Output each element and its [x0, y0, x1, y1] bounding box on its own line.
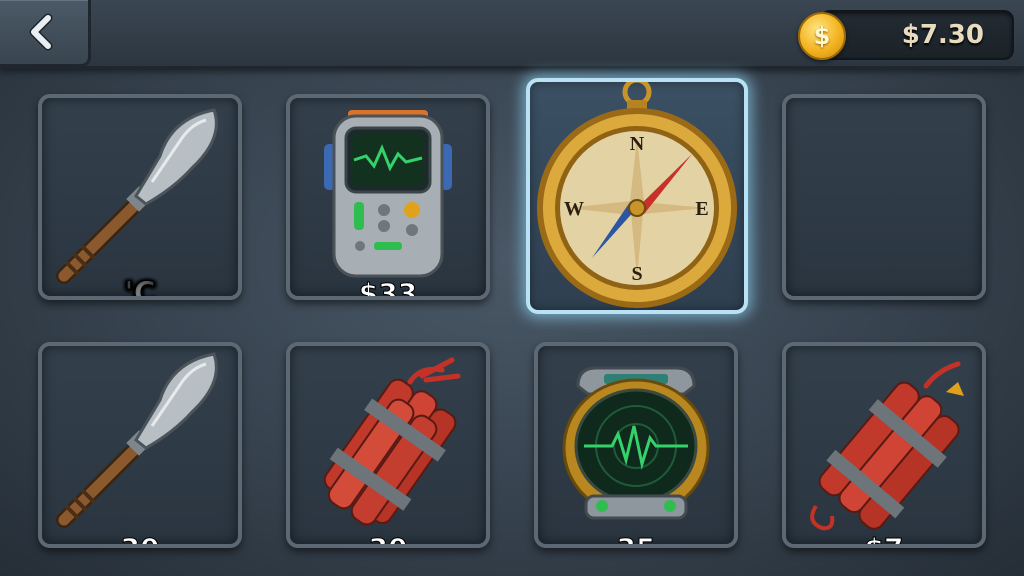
inventory-slot-empty[interactable] [782, 94, 986, 300]
compass-icon: N E S W [537, 82, 737, 308]
dynamite-icon: $7 [810, 361, 964, 544]
inventory-slot-8[interactable]: $7 [782, 342, 986, 548]
item-price: $7 [865, 532, 904, 544]
item-price: 35 [617, 532, 656, 544]
item-price: 30 [121, 532, 160, 544]
back-button[interactable] [0, 0, 91, 67]
inventory-slot-6[interactable]: 30 [286, 342, 490, 548]
inventory-slot-7[interactable]: 35 [534, 342, 738, 548]
compass-east-label: E [695, 198, 708, 220]
scanner-device-icon: $33 [324, 110, 452, 296]
currency-value: $7.30 [901, 20, 984, 50]
item-price: 'C [124, 276, 155, 296]
shovel-icon: 'C [56, 108, 218, 296]
radar-icon: 35 [562, 366, 710, 544]
compass-north-label: N [630, 133, 645, 155]
compass-south-label: S [631, 263, 642, 285]
inventory-slot-5[interactable]: 30 [38, 342, 242, 548]
chevron-left-icon [29, 13, 53, 51]
compass-west-label: W [564, 198, 584, 220]
top-bar: $ $7.30 [0, 0, 1024, 69]
inventory-slot-1[interactable]: 'C [38, 94, 242, 300]
shovel-icon: 30 [56, 352, 218, 544]
dynamite-icon: 30 [323, 357, 461, 544]
currency-display: $ $7.30 [798, 10, 1014, 60]
item-price: 30 [369, 532, 408, 544]
inventory-slot-2[interactable]: $33 [286, 94, 490, 300]
item-price: $33 [359, 277, 417, 296]
gold-coin-icon: $ [798, 12, 846, 60]
inventory-slot-3[interactable]: N E S W [526, 78, 748, 314]
